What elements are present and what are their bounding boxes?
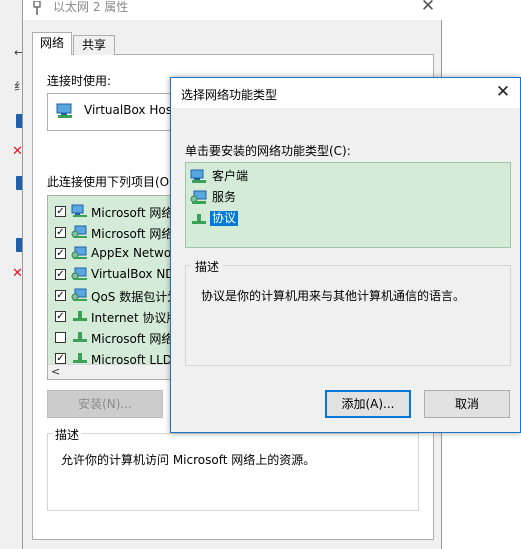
title-bar: 以太网 2 属性 ✕ [23,0,443,20]
items-label: 此连接使用下列项目(O): [47,175,178,189]
description-group [47,433,419,511]
chevron-left-icon[interactable]: < [51,365,60,378]
background-window: ← 纟 ✕ ✕ [0,0,25,549]
feature-type-label: 服务 [212,190,237,204]
protocol-icon [192,214,206,224]
tab-network[interactable]: 网络 [32,32,72,55]
network-service-icon [71,288,87,301]
add-button[interactable]: 添加(A)... [325,390,411,418]
network-client-icon [71,204,87,217]
connect-using-label: 连接时使用: [47,74,112,88]
cancel-button[interactable]: 取消 [424,390,510,418]
network-client-icon [190,169,206,183]
disconnected-icon: ✕ [12,144,23,159]
description-text: 允许你的计算机访问 Microsoft 网络上的资源。 [61,453,316,467]
item-checkbox[interactable]: ✓ [55,269,66,280]
item-checkbox[interactable]: ✓ [55,353,66,364]
item-checkbox[interactable]: ✓ [55,206,66,217]
feature-type-label: 协议 [210,211,239,226]
description-legend: 描述 [191,258,224,275]
select-feature-type-dialog: 选择网络功能类型 ✕ 单击要安装的网络功能类型(C): 客户端 服务 协议 描述… [170,77,521,433]
protocol-icon [73,353,87,363]
network-adapter-icon [56,103,72,118]
network-service-icon [71,267,87,280]
dialog-title: 选择网络功能类型 [181,88,278,102]
network-service-icon [71,246,87,259]
close-button[interactable]: ✕ [493,83,513,103]
close-button[interactable]: ✕ [415,0,441,18]
item-checkbox[interactable]: ✓ [55,248,66,259]
disconnected-icon: ✕ [12,266,23,281]
item-checkbox[interactable]: ✓ [55,290,66,301]
network-cable-icon [33,1,41,15]
item-checkbox[interactable]: ✓ [55,227,66,238]
description-group [185,265,511,366]
install-button[interactable]: 安装(N)... [47,390,163,418]
description-legend: 描述 [53,426,82,443]
network-service-icon [190,190,207,204]
network-service-icon [71,225,87,238]
choose-feature-label: 单击要安装的网络功能类型(C): [185,144,351,158]
item-checkbox[interactable]: ✓ [55,311,66,322]
protocol-icon [73,332,87,342]
feature-type-list[interactable]: 客户端 服务 协议 [185,162,511,248]
title-bar: 选择网络功能类型 ✕ [171,78,520,108]
description-text: 协议是你的计算机用来与其他计算机通信的语言。 [201,289,466,303]
dialog-title: 以太网 2 属性 [53,0,129,14]
item-checkbox[interactable] [55,332,66,343]
protocol-icon [73,311,87,321]
tab-sharing[interactable]: 共享 [73,35,115,55]
feature-type-label: 客户端 [212,169,249,183]
